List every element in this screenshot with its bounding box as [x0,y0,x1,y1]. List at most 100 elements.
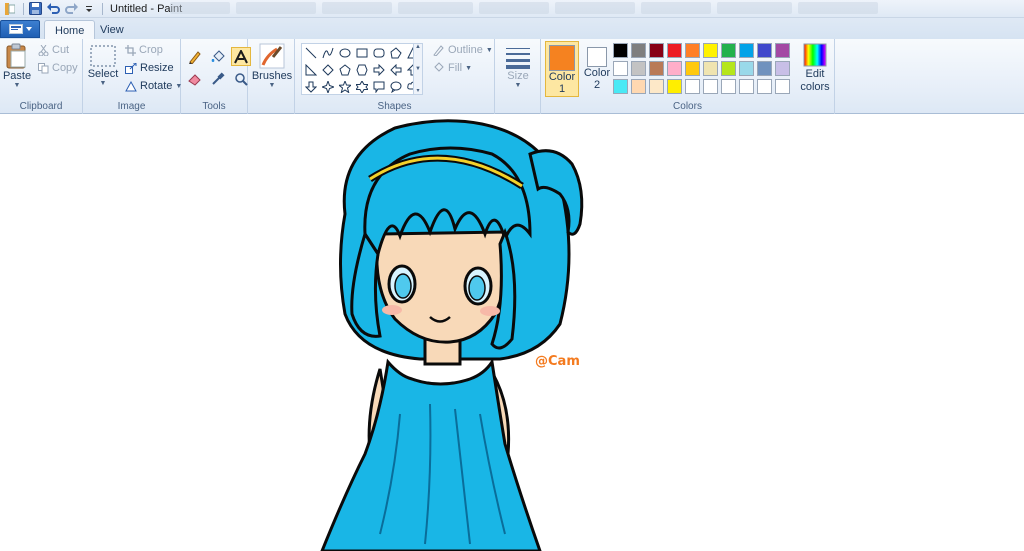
pencil-icon [189,50,201,64]
rounded-rectangle-shape-icon[interactable] [371,45,387,61]
copy-button[interactable]: Copy [38,62,78,74]
paint-menu-button[interactable] [0,20,40,38]
palette-swatch-28[interactable] [757,79,772,94]
shapes-scrollbar[interactable]: ▲ ▼ ▾ [413,44,422,94]
customize-qat-icon[interactable] [81,1,97,17]
paint-window: Untitled - Paint Home View Paste ▼ Cut C… [0,0,1024,551]
edit-colors-label-2: colors [800,81,830,93]
select-button[interactable]: Select ▼ [87,45,119,87]
clipboard-icon [6,43,26,69]
redo-icon[interactable] [63,1,79,17]
color-picker-tool[interactable] [208,69,228,88]
palette-swatch-12[interactable] [649,61,664,76]
palette-swatch-21[interactable] [631,79,646,94]
cut-button[interactable]: Cut [38,44,69,56]
five-point-star-shape-icon[interactable] [337,79,353,95]
palette-swatch-25[interactable] [703,79,718,94]
palette-swatch-5[interactable] [703,43,718,58]
scissors-icon [38,44,49,56]
right-triangle-shape-icon[interactable] [303,62,319,78]
palette-swatch-24[interactable] [685,79,700,94]
palette-swatch-13[interactable] [667,61,682,76]
palette-swatch-26[interactable] [721,79,736,94]
resize-icon [125,62,137,74]
image-group: Select ▼ Crop Resize Rotate ▼ Image [83,39,182,114]
crop-icon [125,44,136,56]
fill-bucket-icon [434,62,444,72]
edit-colors-button[interactable]: Edit colors [798,43,832,93]
down-arrow-shape-icon[interactable] [303,79,319,95]
left-arrow-shape-icon[interactable] [388,62,404,78]
gallery-expand-icon[interactable]: ▾ [416,87,419,94]
quick-access-toolbar [0,0,99,18]
palette-swatch-11[interactable] [631,61,646,76]
magnifier-icon [235,72,248,86]
ribbon-tab-row: Home View [0,18,1024,40]
hexagon-shape-icon[interactable] [354,62,370,78]
color-2-button[interactable]: Color 2 [580,41,614,97]
diamond-shape-icon[interactable] [320,62,336,78]
line-shape-icon[interactable] [303,45,319,61]
size-button[interactable]: Size ▼ [503,45,533,89]
resize-button[interactable]: Resize [125,62,174,74]
polygon-shape-icon[interactable] [388,45,404,61]
crop-button[interactable]: Crop [125,44,163,56]
rotate-button[interactable]: Rotate ▼ [125,80,182,92]
curve-shape-icon[interactable] [320,45,336,61]
rectangle-shape-icon[interactable] [354,45,370,61]
tab-home[interactable]: Home [44,20,96,40]
eraser-tool[interactable] [185,69,205,88]
color-palette [613,43,790,94]
chevron-down-icon[interactable]: ▼ [415,66,421,72]
four-point-star-shape-icon[interactable] [320,79,336,95]
palette-swatch-27[interactable] [739,79,754,94]
palette-swatch-0[interactable] [613,43,628,58]
palette-swatch-18[interactable] [757,61,772,76]
shape-grid [303,45,421,95]
brushes-button[interactable]: Brushes ▼ [252,43,292,89]
fill-button[interactable]: Fill ▼ [433,62,472,74]
pencil-tool[interactable] [185,47,205,66]
paint-app-icon[interactable] [2,1,18,17]
right-arrow-shape-icon[interactable] [371,62,387,78]
left-iris [394,273,412,299]
palette-swatch-3[interactable] [667,43,682,58]
eraser-icon [188,73,201,86]
color-1-button[interactable]: Color 1 [545,41,579,97]
oval-shape-icon[interactable] [337,45,353,61]
six-point-star-shape-icon[interactable] [354,79,370,95]
palette-swatch-15[interactable] [703,61,718,76]
save-icon[interactable] [27,1,43,17]
outline-button[interactable]: Outline ▼ [433,44,493,56]
palette-swatch-14[interactable] [685,61,700,76]
undo-icon[interactable] [45,1,61,17]
tab-view[interactable]: View [90,20,134,40]
artist-signature: @Cam [535,354,580,369]
fill-tool[interactable] [208,47,228,66]
palette-swatch-8[interactable] [757,43,772,58]
palette-swatch-20[interactable] [613,79,628,94]
palette-swatch-16[interactable] [721,61,736,76]
drawing-canvas[interactable]: @Cam [0,114,1024,551]
palette-swatch-10[interactable] [613,61,628,76]
pentagon-shape-icon[interactable] [337,62,353,78]
callout-oval-shape-icon[interactable] [388,79,404,95]
palette-swatch-17[interactable] [739,61,754,76]
right-blush [480,306,500,316]
palette-swatch-7[interactable] [739,43,754,58]
palette-swatch-2[interactable] [649,43,664,58]
palette-swatch-19[interactable] [775,61,790,76]
chevron-up-icon[interactable]: ▲ [415,44,421,50]
color-2-label: Color [583,67,611,79]
color-1-swatch [549,45,575,71]
palette-swatch-9[interactable] [775,43,790,58]
palette-swatch-4[interactable] [685,43,700,58]
palette-swatch-1[interactable] [631,43,646,58]
palette-swatch-22[interactable] [649,79,664,94]
chevron-down-icon: ▼ [465,64,472,72]
palette-swatch-23[interactable] [667,79,682,94]
callout-rectangle-shape-icon[interactable] [371,79,387,95]
palette-swatch-6[interactable] [721,43,736,58]
paste-button[interactable]: Paste ▼ [3,43,31,89]
palette-swatch-29[interactable] [775,79,790,94]
